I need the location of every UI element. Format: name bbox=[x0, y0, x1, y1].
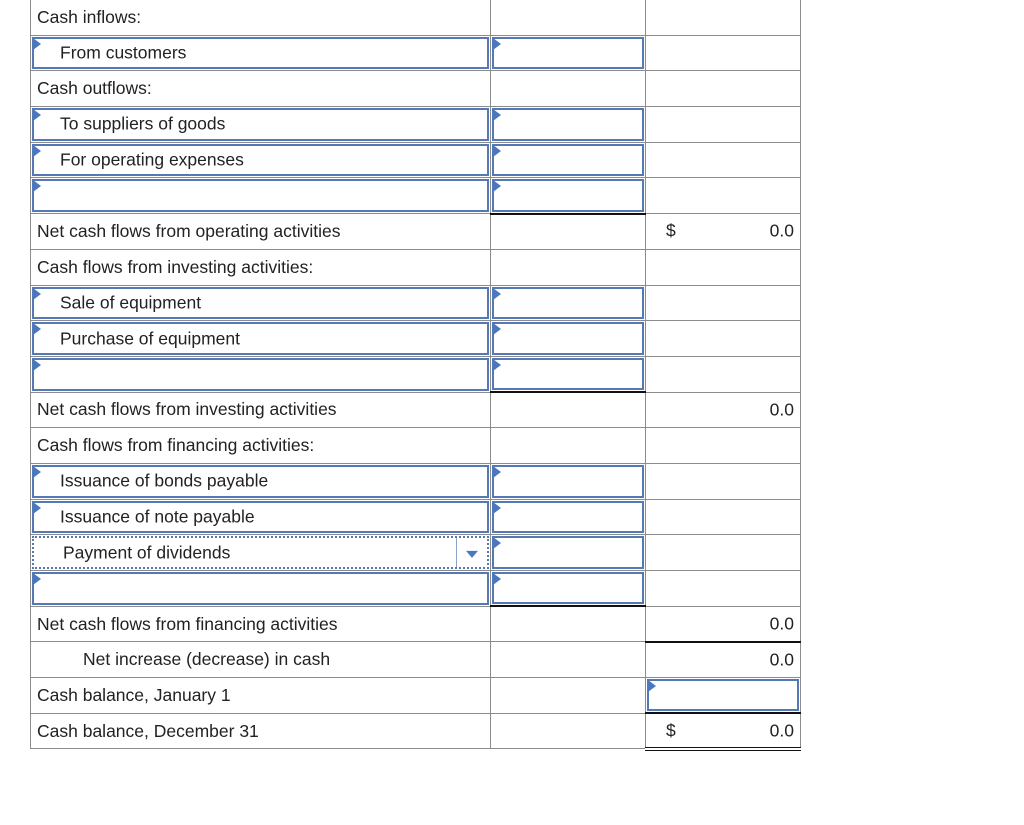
row-net-investing: Net cash flows from investing activities… bbox=[30, 391, 801, 429]
input-flag-icon bbox=[493, 144, 501, 157]
row-to-suppliers: To suppliers of goods bbox=[30, 106, 801, 143]
input-flag-icon bbox=[493, 537, 501, 550]
total-label: Net cash flows from financing activities bbox=[37, 613, 338, 634]
row-operating-expenses: For operating expenses bbox=[30, 141, 801, 179]
input-flag-icon bbox=[33, 501, 41, 514]
row-cash-balance-jan1: Cash balance, January 1 bbox=[30, 677, 801, 714]
input-flag-icon bbox=[493, 501, 501, 514]
row-purchase-of-equipment: Purchase of equipment bbox=[30, 320, 801, 357]
row-operating-blank bbox=[30, 177, 801, 215]
amount-input[interactable] bbox=[492, 357, 644, 391]
input-flag-icon bbox=[493, 109, 501, 122]
input-flag-icon bbox=[493, 287, 501, 300]
line-item-label-input[interactable]: Issuance of bonds payable bbox=[32, 464, 489, 498]
input-flag-icon bbox=[493, 37, 501, 50]
row-cash-inflows-header: Cash inflows: bbox=[30, 0, 801, 36]
total-value: 0.0 bbox=[769, 649, 794, 670]
total-value: 0.0 bbox=[769, 220, 794, 241]
input-flag-icon bbox=[33, 109, 41, 122]
line-item-label-input[interactable]: From customers bbox=[32, 36, 489, 70]
currency-symbol: $ bbox=[666, 220, 676, 241]
total-label: Net increase (decrease) in cash bbox=[83, 649, 331, 670]
row-from-customers: From customers bbox=[30, 34, 801, 72]
amount-input[interactable] bbox=[492, 500, 644, 534]
row-payment-of-dividends: Payment of dividends bbox=[30, 534, 801, 571]
dropdown-toggle[interactable] bbox=[456, 538, 487, 567]
row-cash-balance-dec31: Cash balance, December 31 $0.0 bbox=[30, 712, 801, 751]
input-flag-icon bbox=[33, 573, 41, 585]
input-flag-icon bbox=[33, 358, 41, 371]
line-item-label-input[interactable]: Sale of equipment bbox=[32, 286, 489, 320]
amount-input[interactable] bbox=[492, 322, 644, 355]
line-item-label-input[interactable]: To suppliers of goods bbox=[32, 108, 489, 141]
row-financing-blank bbox=[30, 570, 801, 607]
total-label: Net cash flows from operating activities bbox=[37, 220, 341, 241]
input-flag-icon bbox=[493, 180, 501, 193]
row-issuance-of-note: Issuance of note payable bbox=[30, 498, 801, 536]
row-net-financing: Net cash flows from financing activities… bbox=[30, 605, 801, 643]
currency-symbol: $ bbox=[666, 720, 676, 741]
line-item-label-input[interactable] bbox=[32, 179, 489, 213]
line-item-label-input[interactable]: For operating expenses bbox=[32, 143, 489, 177]
row-financing-header: Cash flows from financing activities: bbox=[30, 427, 801, 464]
input-flag-icon bbox=[33, 180, 41, 193]
total-label: Net cash flows from investing activities bbox=[37, 399, 337, 420]
line-item-label-input[interactable] bbox=[32, 357, 489, 391]
input-flag-icon bbox=[33, 37, 41, 50]
section-label: Cash outflows: bbox=[37, 78, 152, 99]
amount-input[interactable] bbox=[492, 464, 644, 498]
input-flag-icon bbox=[493, 573, 501, 585]
total-value: 0.0 bbox=[769, 399, 794, 420]
amount-input[interactable] bbox=[492, 286, 644, 320]
amount-input[interactable] bbox=[492, 536, 644, 569]
total-label: Cash balance, December 31 bbox=[37, 720, 259, 741]
amount-input[interactable] bbox=[492, 572, 644, 605]
input-flag-icon bbox=[493, 465, 501, 478]
row-net-operating: Net cash flows from operating activities… bbox=[30, 212, 801, 250]
amount-input[interactable] bbox=[492, 143, 644, 177]
row-investing-blank bbox=[30, 355, 801, 393]
row-issuance-of-bonds: Issuance of bonds payable bbox=[30, 462, 801, 500]
beginning-cash-input[interactable] bbox=[647, 679, 799, 712]
total-value: 0.0 bbox=[769, 613, 794, 634]
amount-input[interactable] bbox=[492, 36, 644, 70]
line-item-label-input[interactable]: Issuance of note payable bbox=[32, 500, 489, 534]
amount-input[interactable] bbox=[492, 108, 644, 141]
line-item-dropdown[interactable]: Payment of dividends bbox=[32, 536, 489, 569]
row-investing-header: Cash flows from investing activities: bbox=[30, 248, 801, 286]
input-flag-icon bbox=[493, 323, 501, 336]
row-net-increase: Net increase (decrease) in cash 0.0 bbox=[30, 640, 801, 679]
caret-down-icon bbox=[466, 550, 478, 558]
input-flag-icon bbox=[648, 680, 656, 693]
input-flag-icon bbox=[33, 144, 41, 157]
line-item-label-input[interactable] bbox=[32, 572, 489, 605]
section-label: Cash inflows: bbox=[37, 6, 142, 27]
total-value: 0.0 bbox=[769, 720, 794, 741]
row-sale-of-equipment: Sale of equipment bbox=[30, 284, 801, 322]
section-label: Cash flows from financing activities: bbox=[37, 435, 315, 456]
input-flag-icon bbox=[33, 323, 41, 336]
row-cash-outflows-header: Cash outflows: bbox=[30, 70, 801, 108]
input-flag-icon bbox=[33, 465, 41, 478]
amount-input[interactable] bbox=[492, 179, 644, 212]
line-item-label-input[interactable]: Purchase of equipment bbox=[32, 322, 489, 355]
section-label: Cash flows from investing activities: bbox=[37, 256, 314, 277]
input-flag-icon bbox=[493, 358, 501, 371]
total-label: Cash balance, January 1 bbox=[37, 684, 231, 705]
input-flag-icon bbox=[33, 287, 41, 300]
cash-flow-statement-table: Cash inflows: From customers Cash outflo… bbox=[30, 0, 801, 751]
